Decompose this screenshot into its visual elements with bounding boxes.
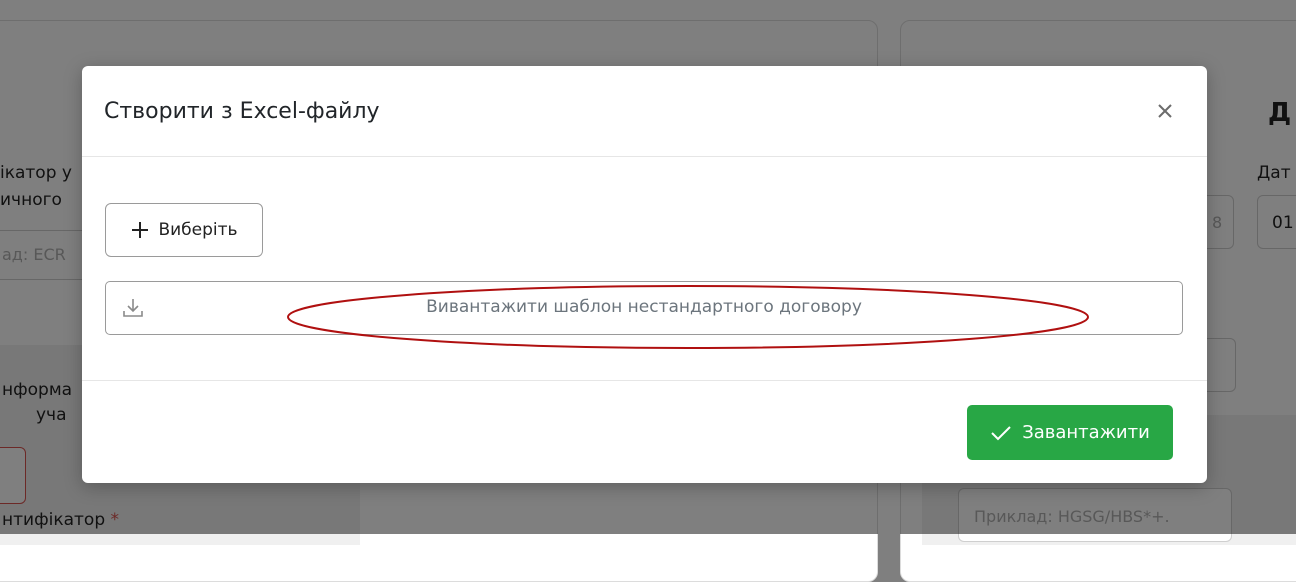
- check-icon: [991, 425, 1011, 440]
- download-template-button[interactable]: Вивантажити шаблон нестандартного догово…: [105, 281, 1183, 335]
- choose-file-label: Виберіть: [158, 220, 238, 240]
- modal-header: Створити з Excel-файлу: [82, 66, 1207, 157]
- download-template-label: Вивантажити шаблон нестандартного догово…: [426, 297, 862, 317]
- modal-title: Створити з Excel-файлу: [104, 99, 380, 124]
- close-button[interactable]: [1150, 96, 1180, 126]
- upload-button[interactable]: Завантажити: [967, 405, 1173, 460]
- plus-icon: [132, 222, 149, 238]
- close-icon: [1158, 104, 1172, 118]
- choose-file-button[interactable]: Виберіть: [105, 203, 263, 257]
- upload-button-label: Завантажити: [1022, 422, 1150, 443]
- excel-import-modal: Створити з Excel-файлу Виберіть Вивантаж…: [82, 66, 1207, 483]
